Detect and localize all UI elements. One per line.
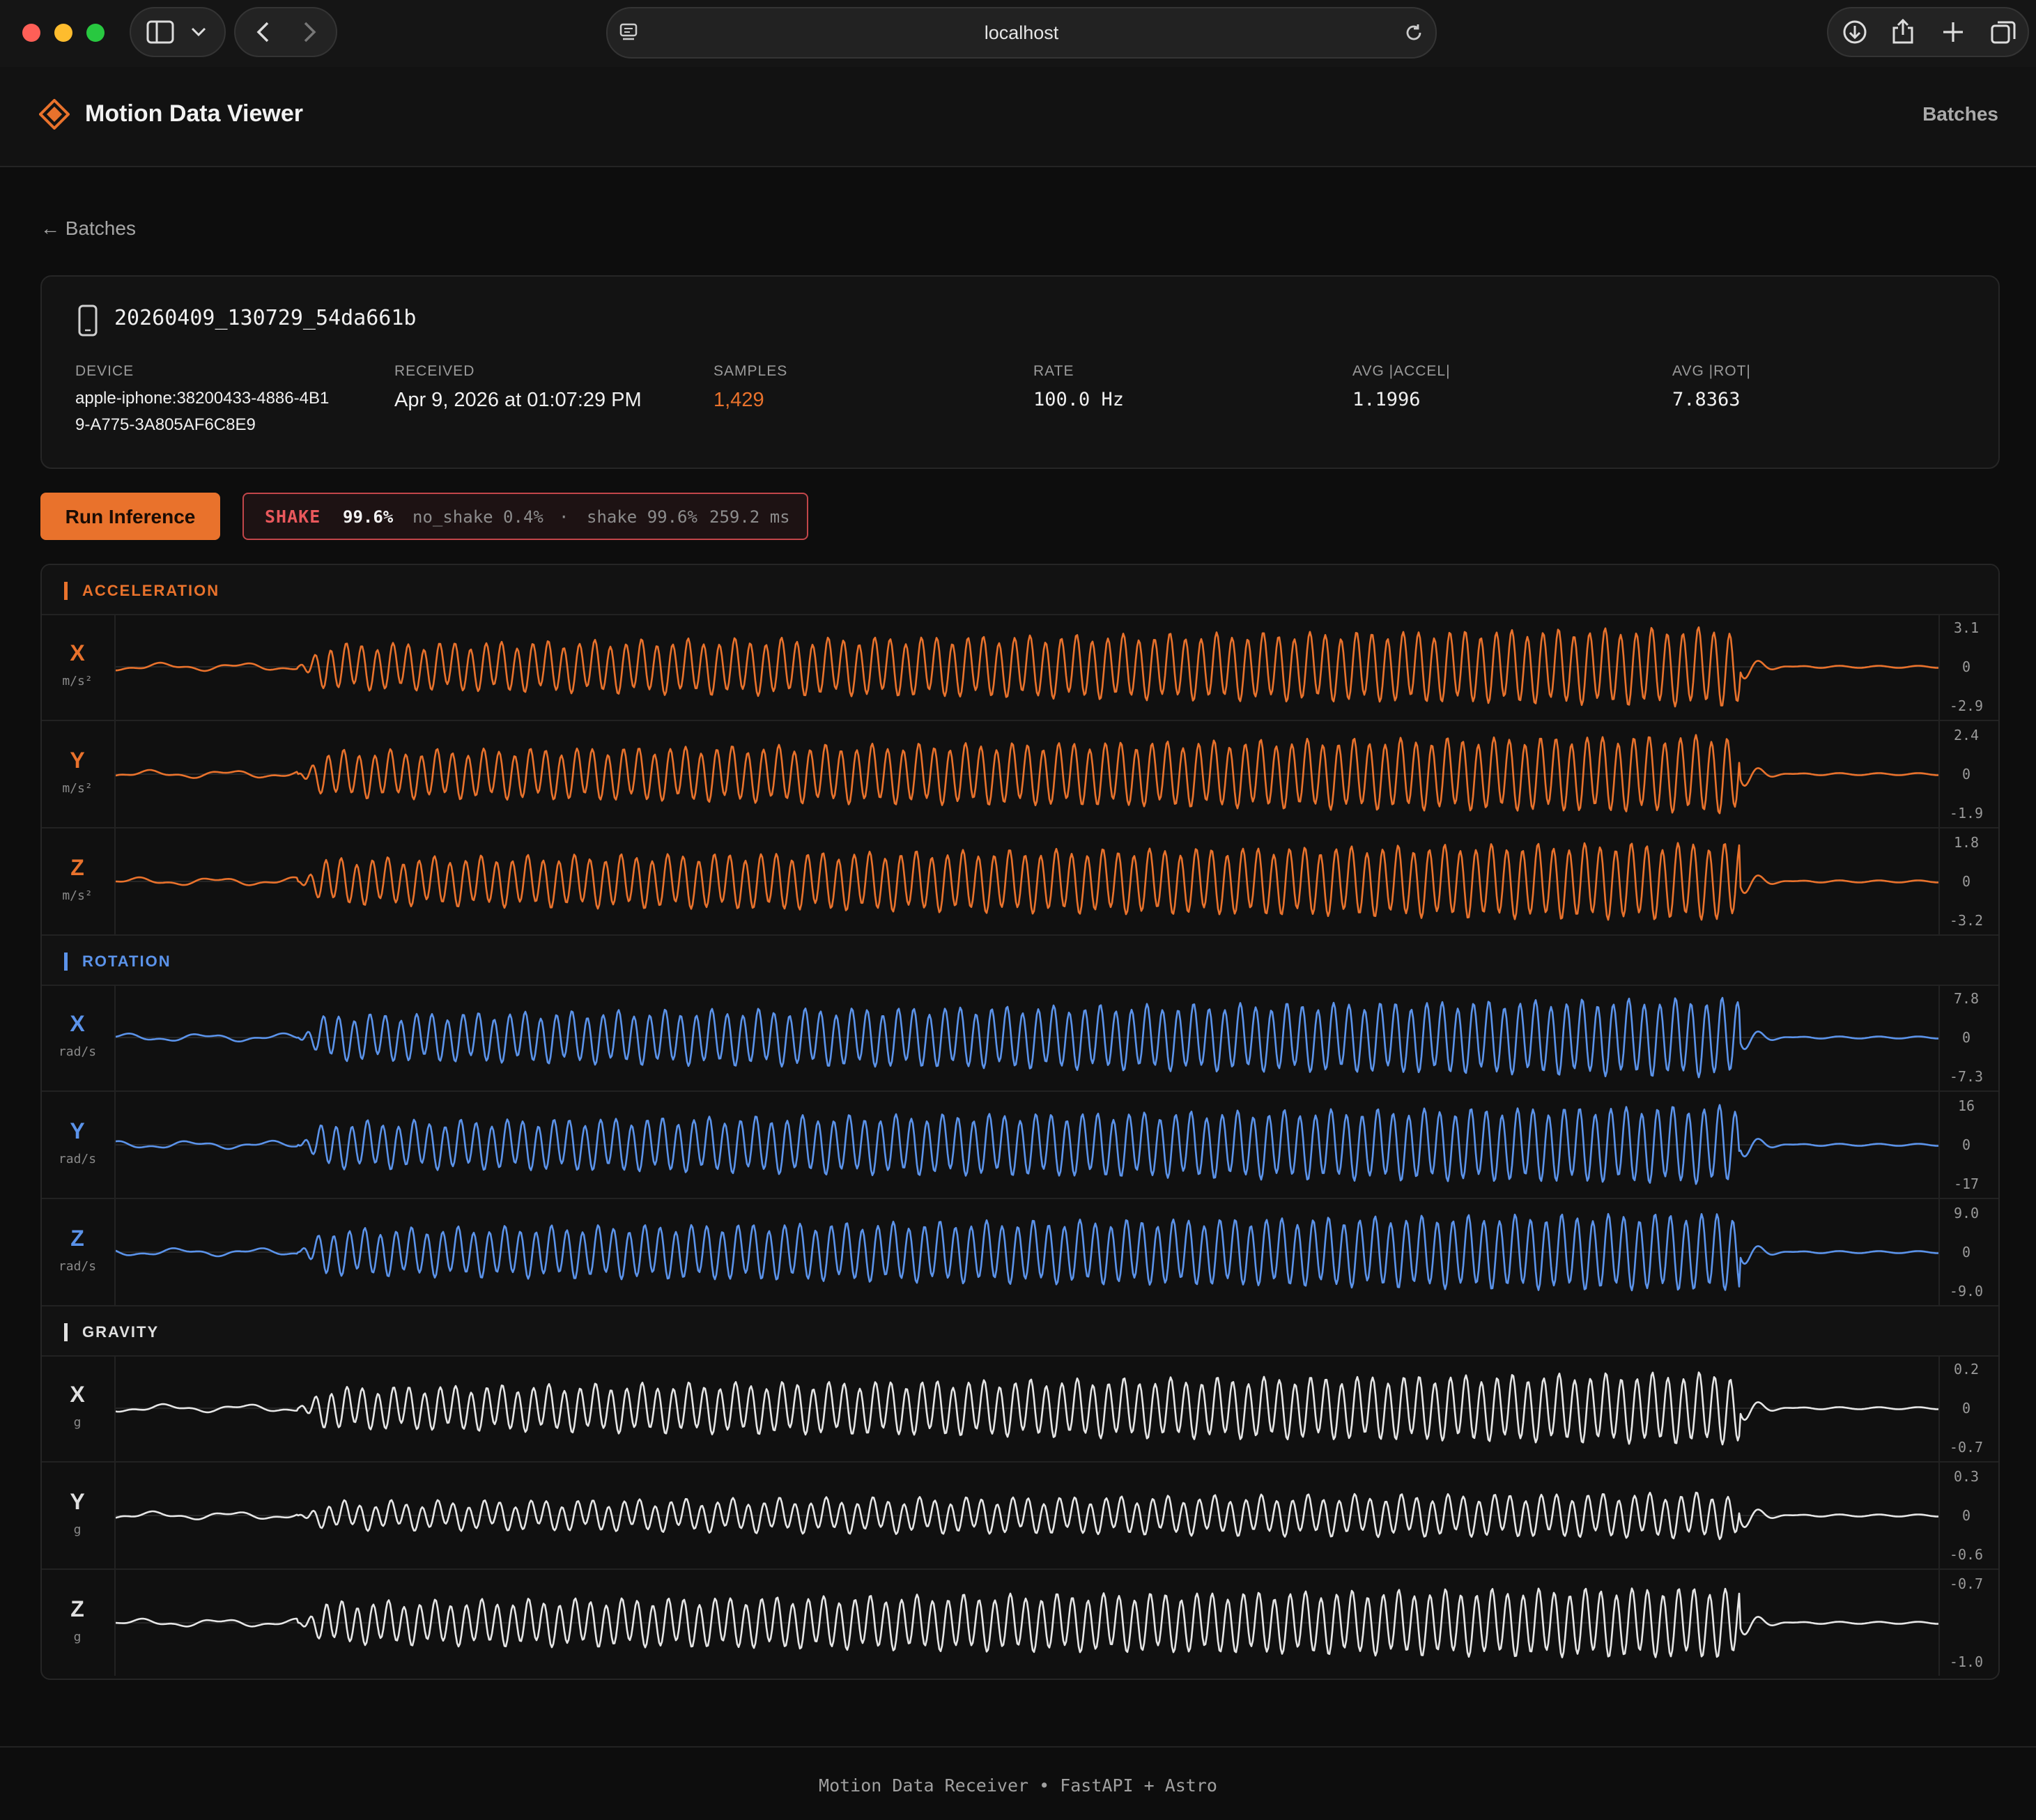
new-tab-icon[interactable] [1941,20,1965,44]
section-rotation: ROTATION [42,936,1998,986]
plot-area [114,1092,1940,1198]
phone-icon [78,304,98,337]
plot-row-rot-x: X rad/s 7.8 0 -7.3 [42,985,1998,1092]
meta-avg-rot: AVG |ROT| 7.8363 [1672,363,1751,410]
meta-device: DEVICE apple-iphone:38200433-4886-4B1 9-… [75,363,330,434]
inference-result-badge: SHAKE 99.6% no_shake 0.4% · shake 99.6% … [242,493,808,540]
plot-row-accel-x: X m/s² 3.1 0 -2.9 [42,614,1998,721]
logo-icon [39,99,70,130]
plot-area [114,1355,1940,1461]
meta-received: RECEIVED Apr 9, 2026 at 01:07:29 PM [394,363,642,411]
plot-row-rot-z: Z rad/s 9.0 0 -9.0 [42,1199,1998,1306]
prediction-label: SHAKE [265,507,321,527]
forward-icon[interactable] [302,21,318,43]
url-text: localhost [984,22,1059,43]
app-header: Motion Data Viewer Batches [0,67,2036,167]
meta-samples: SAMPLES 1,429 [714,363,788,411]
sidebar-icon [146,20,174,44]
browser-toolbar: localhost [0,0,2036,67]
plot-row-accel-z: Z m/s² 1.8 0 -3.2 [42,828,1998,936]
batch-id: 20260409_130729_54da661b [114,306,417,330]
back-to-batches-link[interactable]: ← Batches [40,217,136,240]
run-inference-button[interactable]: Run Inference [40,493,220,540]
meta-rate: RATE 100.0 Hz [1033,363,1125,410]
motion-plots-panel: ACCELERATION X m/s² 3.1 0 -2.9 Y m/s² 2.… [40,564,2000,1680]
plot-area [114,1199,1940,1305]
no-shake-probability: no_shake 0.4% [412,507,543,527]
nav-batches-link[interactable]: Batches [1922,103,1998,125]
plot-area [114,614,1940,720]
footer-text: Motion Data Receiver • FastAPI + Astro [819,1775,1217,1796]
close-window-button[interactable] [22,24,40,42]
plot-area [114,1463,1940,1568]
sidebar-toggle-button[interactable] [130,7,226,57]
chevron-down-icon [191,27,206,37]
minimize-window-button[interactable] [54,24,72,42]
grav-y-trace [116,1491,1938,1541]
tab-overview-icon[interactable] [1990,20,2016,45]
plot-row-accel-y: Y m/s² 2.4 0 -1.9 [42,721,1998,828]
address-bar[interactable]: localhost [606,7,1437,59]
separator: · [559,507,569,527]
plot-area [114,721,1940,827]
reload-icon[interactable] [1403,22,1424,43]
plot-area [114,1570,1940,1676]
plot-row-rot-y: Y rad/s 16 0 -17 [42,1092,1998,1199]
back-icon[interactable] [255,21,270,43]
zoom-window-button[interactable] [86,24,105,42]
batch-info-card: 20260409_130729_54da661b DEVICE apple-ip… [40,275,2000,469]
plot-row-grav-z: Z g -0.7 -1.0 [42,1570,1998,1676]
shake-probability: shake 99.6% [587,507,697,527]
accel-x-trace [116,626,1938,708]
download-icon[interactable] [1842,20,1867,45]
inference-latency: 259.2 ms [709,507,790,527]
meta-avg-accel: AVG |ACCEL| 1.1996 [1352,363,1451,410]
accel-z-trace [116,842,1938,921]
section-gravity: GRAVITY [42,1306,1998,1357]
history-nav [234,7,337,57]
rot-z-trace [116,1212,1938,1292]
prediction-confidence: 99.6% [343,507,394,527]
page-footer: Motion Data Receiver • FastAPI + Astro [0,1746,2036,1820]
accel-y-trace [116,734,1938,815]
section-acceleration: ACCELERATION [42,565,1998,615]
grav-z-trace [116,1587,1938,1658]
share-icon[interactable] [1891,18,1915,45]
grav-x-trace [116,1371,1938,1446]
plot-area [114,985,1940,1090]
plot-row-grav-y: Y g 0.3 0 -0.6 [42,1463,1998,1570]
app-title: Motion Data Viewer [85,100,303,127]
rot-y-trace [116,1104,1938,1185]
plot-row-grav-x: X g 0.2 0 -0.7 [42,1355,1998,1463]
rot-x-trace [116,996,1938,1079]
toolbar-actions [1827,7,2029,57]
plot-area [114,828,1940,934]
